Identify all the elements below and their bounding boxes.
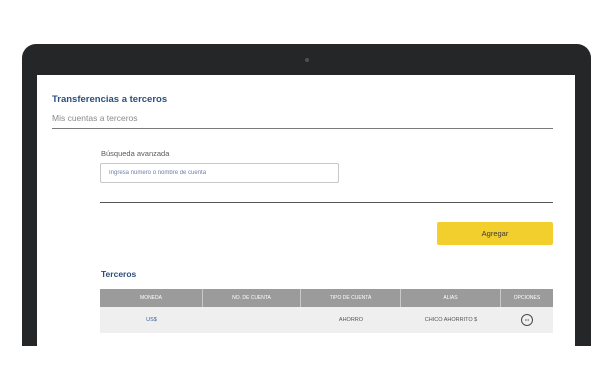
search-divider [100, 202, 553, 203]
header-divider [52, 128, 553, 129]
column-header-tipo-cuenta: TIPO DE CUENTA [301, 289, 401, 307]
page-background-bottom [0, 346, 612, 375]
column-header-alias: ALIAS [401, 289, 501, 307]
table-header: MONEDA NO. DE CUENTA TIPO DE CUENTA ALIA… [100, 289, 553, 307]
cell-opciones: ••• [501, 307, 553, 333]
cell-moneda: US$ [146, 317, 157, 323]
page-title: Transferencias a terceros [52, 94, 168, 105]
cell-tipo-cuenta: AHORRO [338, 317, 364, 323]
terceros-table: MONEDA NO. DE CUENTA TIPO DE CUENTA ALIA… [100, 289, 553, 333]
cell-alias: CHICO AHORRITO $ [424, 317, 478, 323]
cell-no-cuenta [203, 307, 301, 333]
add-button[interactable]: Agregar [437, 222, 553, 245]
search-label: Búsqueda avanzada [101, 149, 170, 158]
app-screen: Transferencias a terceros Mis cuentas a … [37, 75, 575, 346]
column-header-opciones: OPCIONES [513, 295, 541, 301]
more-options-icon[interactable]: ••• [521, 314, 533, 326]
page-subtitle: Mis cuentas a terceros [52, 113, 138, 123]
camera-dot [305, 58, 309, 62]
terceros-title: Terceros [101, 269, 137, 279]
column-header-moneda: MONEDA [100, 289, 203, 307]
column-header-no-cuenta: NO. DE CUENTA [203, 289, 301, 307]
table-row[interactable]: US$ AHORRO CHICO AHORRITO $ ••• [100, 307, 553, 333]
search-input[interactable] [100, 163, 339, 183]
